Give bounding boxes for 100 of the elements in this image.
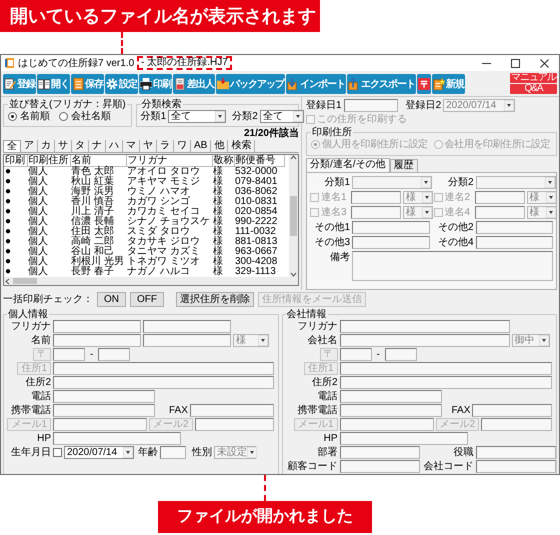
text-field[interactable] [160, 446, 186, 459]
toolbar-button[interactable]: インポート [286, 74, 346, 94]
toolbar-button[interactable]: 印刷 [139, 74, 172, 94]
radio-button[interactable] [59, 112, 68, 121]
text-field[interactable] [476, 460, 556, 473]
checkbox[interactable] [53, 448, 62, 457]
text-field[interactable] [340, 320, 510, 333]
help-button[interactable]: マニュアル [510, 73, 557, 83]
radio-button[interactable] [8, 112, 17, 121]
table-cell: 079-8401 [235, 177, 278, 187]
text-field[interactable] [53, 348, 85, 361]
text-field[interactable] [53, 320, 141, 333]
text-field[interactable] [53, 334, 141, 347]
index-tab[interactable]: タ [72, 140, 89, 152]
index-tab[interactable]: ハ [106, 140, 123, 152]
dropdown[interactable]: 未設定 [214, 446, 256, 459]
column-header[interactable]: 印刷住所 [27, 155, 70, 166]
text-field[interactable] [351, 191, 401, 204]
index-tab[interactable]: ア [21, 140, 38, 152]
text-field[interactable] [481, 418, 552, 431]
text-field[interactable] [384, 348, 417, 361]
text-field[interactable] [340, 432, 468, 445]
index-tab[interactable]: 検索 [228, 140, 256, 152]
index-tab[interactable]: 他 [211, 140, 228, 152]
text-field[interactable] [340, 460, 420, 473]
caret-up-icon [290, 155, 297, 160]
index-tab[interactable]: サ [55, 140, 72, 152]
column-header[interactable]: 名前 [70, 155, 126, 166]
column-header[interactable]: 敬称 [212, 155, 234, 166]
table-cell: 海野 浜男 [71, 187, 114, 197]
text-field[interactable] [53, 362, 274, 375]
dropdown[interactable]: 様 [233, 334, 269, 347]
text-field[interactable] [98, 348, 130, 361]
column-header[interactable]: 郵便番号 [234, 155, 284, 166]
field-label: HP [322, 432, 338, 445]
dropdown[interactable]: 2020/07/14 [443, 99, 516, 112]
action-button[interactable]: 選択住所を削除 [176, 292, 254, 307]
memo-field[interactable] [352, 251, 553, 281]
toolbar-button[interactable]: 開く [37, 74, 70, 94]
help-button[interactable]: Q&A [510, 84, 557, 94]
column-header[interactable]: 印刷 [4, 155, 27, 166]
table-cell: 谷山 和己 [71, 247, 114, 257]
text-field[interactable] [476, 446, 556, 459]
text-field[interactable] [476, 221, 553, 234]
toolbar-button[interactable]: 保存 [71, 74, 104, 94]
text-field[interactable] [352, 221, 430, 234]
text-field[interactable] [143, 320, 231, 333]
index-tab[interactable]: ワ [174, 140, 191, 152]
dropdown[interactable]: 御中 [512, 334, 550, 347]
scrollbar[interactable] [4, 277, 298, 285]
index-tab[interactable]: ラ [157, 140, 174, 152]
print-mark: ● [5, 167, 12, 177]
text-field[interactable] [53, 404, 155, 417]
text-field[interactable] [476, 236, 553, 249]
text-field[interactable] [474, 206, 524, 219]
text-field[interactable] [340, 362, 552, 375]
text-field[interactable] [340, 348, 372, 361]
text-field[interactable] [53, 376, 274, 389]
toolbar-button[interactable]: バックアップ [216, 74, 285, 94]
dropdown[interactable]: 全て [260, 110, 304, 123]
index-tab[interactable]: AB [191, 140, 212, 152]
text-field[interactable] [351, 206, 401, 219]
index-tab[interactable]: 全 [3, 140, 21, 152]
text-field[interactable] [190, 404, 274, 417]
toolbar-button[interactable]: 差出人 [173, 74, 215, 94]
text-field[interactable] [143, 334, 231, 347]
toolbar-button[interactable]: 新規 [432, 74, 465, 94]
index-tab[interactable]: マ [123, 140, 140, 152]
text-field[interactable] [340, 418, 434, 431]
postal-mark-button[interactable] [417, 74, 431, 94]
text-field[interactable] [53, 418, 147, 431]
toggle-button[interactable]: ON [97, 292, 126, 307]
dropdown[interactable]: 全て [168, 110, 226, 123]
dropdown[interactable]: 2020/07/14 [64, 446, 134, 459]
tab[interactable]: 分類/連名/その他 [306, 158, 390, 172]
text-field[interactable] [344, 99, 398, 112]
text-field[interactable] [340, 390, 442, 403]
field-label: 生年月日 [10, 446, 51, 459]
scrollbar-thumb[interactable] [290, 196, 297, 236]
text-field[interactable] [340, 404, 442, 417]
text-field[interactable] [53, 432, 181, 445]
text-field[interactable] [472, 404, 552, 417]
toolbar-button[interactable]: 設定 [105, 74, 138, 94]
scrollbar-thumb[interactable] [13, 278, 37, 284]
index-tab[interactable]: ナ [89, 140, 106, 152]
toolbar-button[interactable]: エクスポート [347, 74, 416, 94]
text-field[interactable] [474, 191, 524, 204]
scrollbar[interactable] [289, 155, 298, 277]
toggle-button[interactable]: OFF [130, 292, 164, 307]
text-field[interactable] [340, 376, 552, 389]
column-header[interactable]: フリガナ [126, 155, 212, 166]
text-field[interactable] [352, 236, 430, 249]
tab[interactable]: 履歴 [390, 159, 418, 172]
text-field[interactable] [194, 418, 274, 431]
text-field[interactable] [340, 446, 420, 459]
index-tab[interactable]: カ [38, 140, 55, 152]
text-field[interactable] [340, 334, 510, 347]
text-field[interactable] [53, 390, 155, 403]
toolbar-button[interactable]: 登録 [3, 74, 36, 94]
index-tab[interactable]: ヤ [140, 140, 157, 152]
